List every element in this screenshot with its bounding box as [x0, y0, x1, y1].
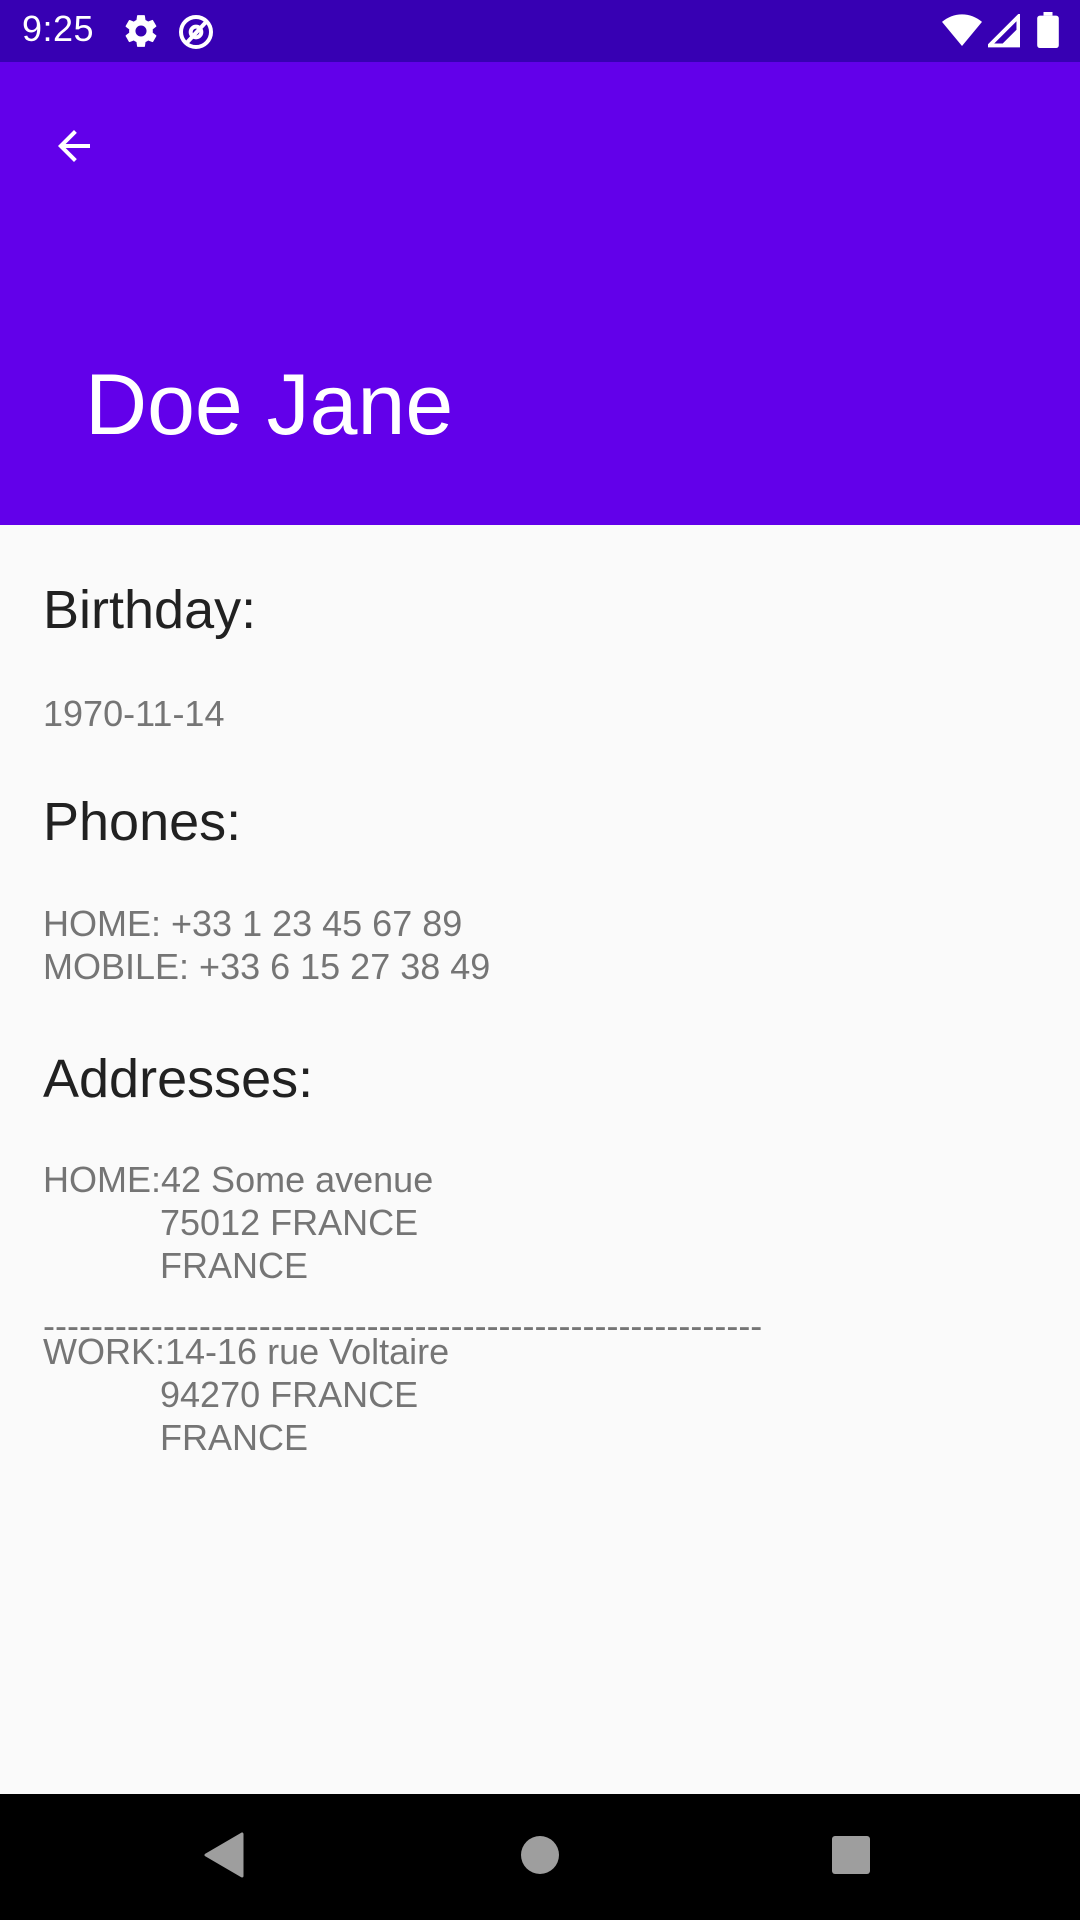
nav-recents-button[interactable]: [788, 1794, 914, 1920]
phone-item: MOBILE: +33 6 15 27 38 49: [43, 946, 491, 987]
recents-square-icon: [831, 1835, 871, 1880]
address-street: 42 Some avenue: [161, 1159, 434, 1200]
nav-back-button[interactable]: [162, 1794, 288, 1920]
address-country: FRANCE: [160, 1245, 309, 1286]
address-item: HOME: 42 Some avenue 75012 FRANCE FRANCE: [43, 1158, 433, 1287]
address-street: 14-16 rue Voltaire: [165, 1331, 450, 1372]
contact-name-title: Doe Jane: [85, 357, 454, 453]
address-country: FRANCE: [160, 1417, 309, 1458]
address-type: WORK:: [43, 1331, 165, 1372]
phones-list: HOME: +33 1 23 45 67 89 MOBILE: +33 6 15…: [43, 902, 490, 988]
phone-item: HOME: +33 1 23 45 67 89: [43, 903, 463, 944]
address-item: WORK: 14-16 rue Voltaire 94270 FRANCE FRA…: [43, 1330, 449, 1459]
address-type: HOME:: [43, 1159, 162, 1200]
app-bar: Doe Jane: [0, 62, 1080, 525]
birthday-heading: Birthday:: [43, 580, 257, 640]
navigation-bar: [0, 1794, 1080, 1920]
back-triangle-icon: [204, 1832, 246, 1883]
address-city: 94270 FRANCE: [160, 1374, 419, 1415]
address-city: 75012 FRANCE: [160, 1202, 419, 1243]
home-circle-icon: [520, 1835, 560, 1880]
phones-heading: Phones:: [43, 792, 242, 852]
gear-icon: [122, 12, 160, 50]
birthday-value: 1970-11-14: [43, 693, 225, 734]
signal-icon: [988, 14, 1020, 48]
status-bar: 9:25: [0, 0, 1080, 62]
status-time: 9:25: [22, 8, 95, 49]
arrow-back-icon: [50, 122, 98, 175]
battery-icon: [1037, 12, 1059, 48]
addresses-heading: Addresses:: [43, 1049, 314, 1109]
at-sign-icon: [176, 12, 216, 52]
wifi-icon: [942, 14, 982, 48]
back-button[interactable]: [30, 104, 118, 192]
nav-home-button[interactable]: [477, 1794, 603, 1920]
